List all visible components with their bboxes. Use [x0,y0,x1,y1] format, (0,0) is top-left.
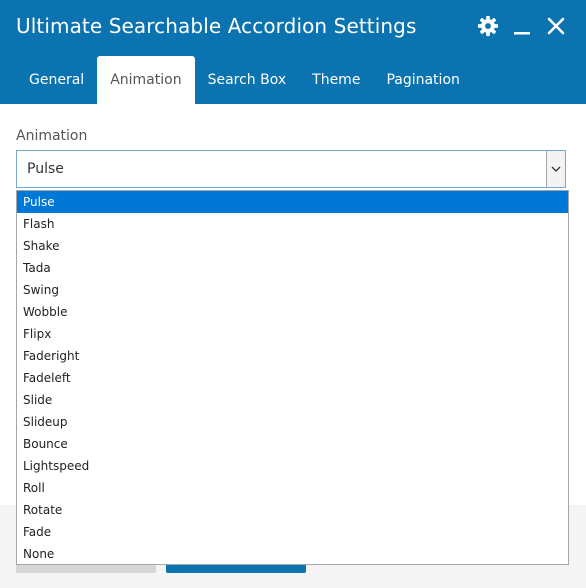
animation-select-value: Pulse [27,161,64,177]
option-faderight[interactable]: Faderight [17,345,568,367]
option-wobble[interactable]: Wobble [17,301,568,323]
option-tada[interactable]: Tada [17,257,568,279]
tab-bar: General Animation Search Box Theme Pagin… [16,56,473,104]
option-fade[interactable]: Fade [17,521,568,543]
option-rotate[interactable]: Rotate [17,499,568,521]
tab-pagination[interactable]: Pagination [373,56,472,104]
tab-animation[interactable]: Animation [97,56,195,104]
option-slide[interactable]: Slide [17,389,568,411]
option-roll[interactable]: Roll [17,477,568,499]
tab-theme[interactable]: Theme [299,56,373,104]
option-shake[interactable]: Shake [17,235,568,257]
tab-general[interactable]: General [16,56,97,104]
option-fadeleft[interactable]: Fadeleft [17,367,568,389]
option-swing[interactable]: Swing [17,279,568,301]
option-bounce[interactable]: Bounce [17,433,568,455]
minimize-icon[interactable] [510,14,534,38]
window-controls [476,14,568,38]
option-slideup[interactable]: Slideup [17,411,568,433]
title-bar: Ultimate Searchable Accordion Settings G… [0,0,586,104]
animation-dropdown-list: Pulse Flash Shake Tada Swing Wobble Flip… [16,190,569,565]
window-title: Ultimate Searchable Accordion Settings [16,14,417,38]
gear-icon[interactable] [476,14,500,38]
option-lightspeed[interactable]: Lightspeed [17,455,568,477]
tab-search-box[interactable]: Search Box [195,56,300,104]
animation-select[interactable]: Pulse [16,150,566,188]
option-flipx[interactable]: Flipx [17,323,568,345]
save-button[interactable] [166,565,306,573]
close-icon[interactable] [544,14,568,38]
cancel-button[interactable] [16,565,156,573]
chevron-down-icon[interactable] [546,151,565,187]
option-none[interactable]: None [17,543,568,565]
option-pulse[interactable]: Pulse [17,191,568,213]
animation-label: Animation [16,128,88,144]
option-flash[interactable]: Flash [17,213,568,235]
